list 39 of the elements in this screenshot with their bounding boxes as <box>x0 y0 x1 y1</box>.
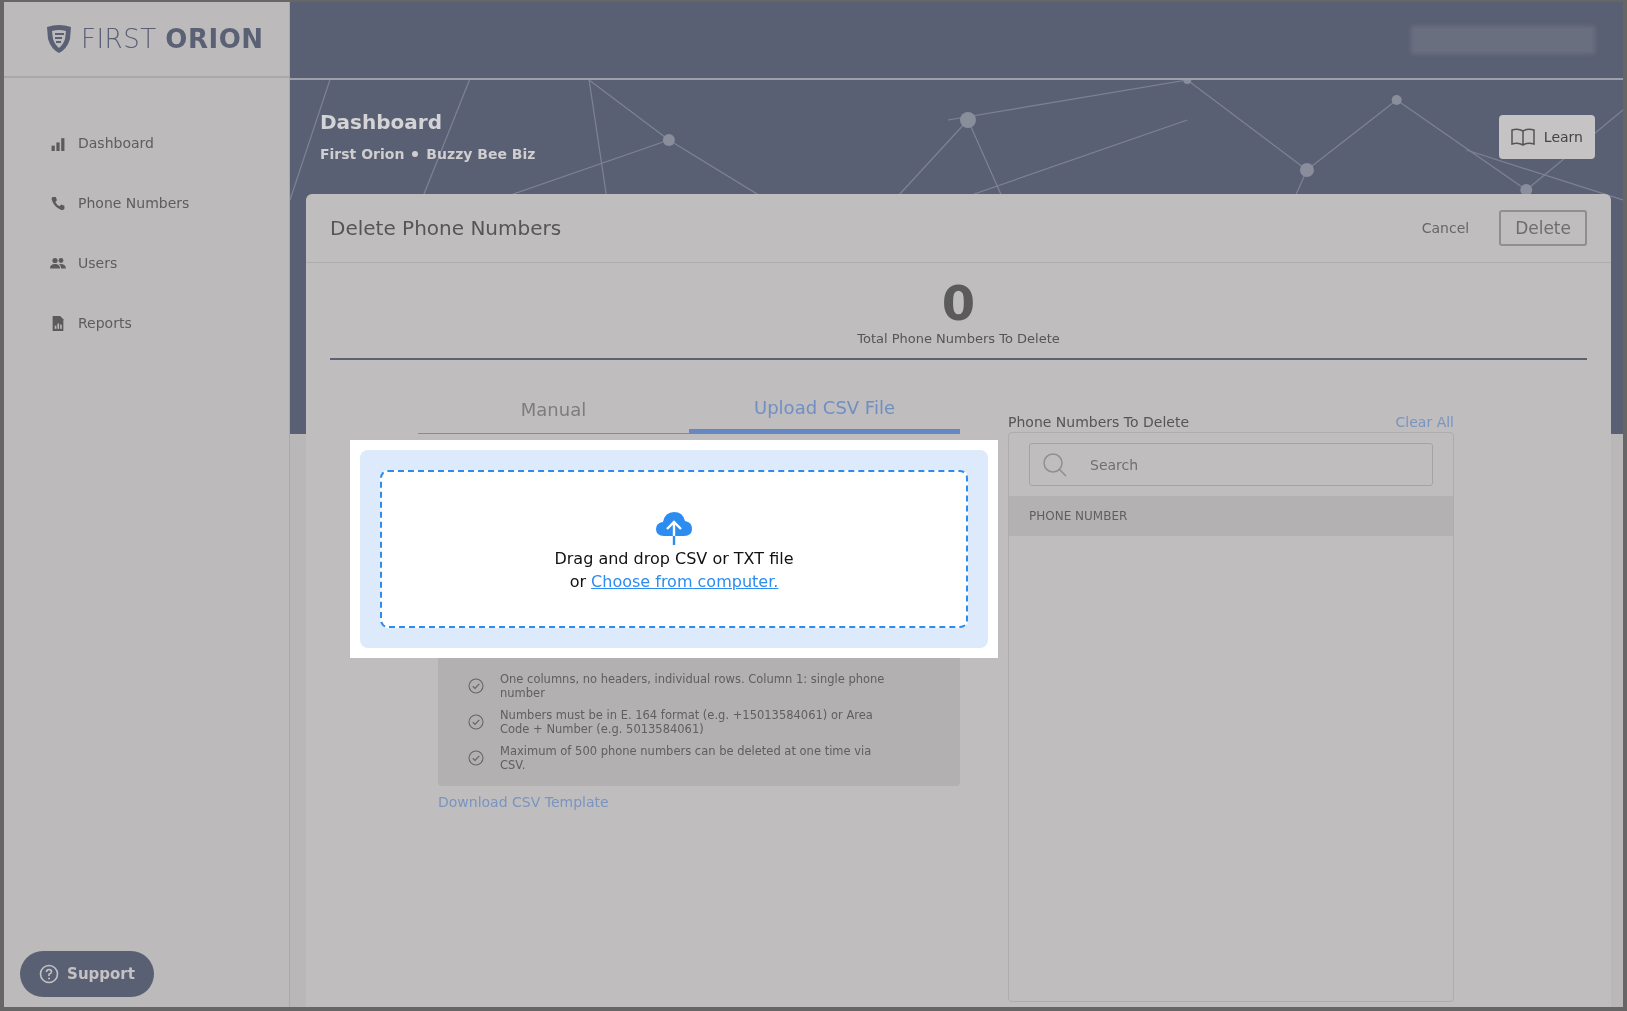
shield-logo-icon <box>45 24 73 54</box>
check-circle-icon <box>468 750 484 766</box>
total-count: 0 <box>940 277 977 329</box>
modal-title: Delete Phone Numbers <box>330 216 562 240</box>
phone-icon <box>50 195 66 211</box>
column-header: PHONE NUMBER <box>1029 509 1128 523</box>
support-button[interactable]: Support <box>20 951 154 997</box>
search-field[interactable]: Search <box>1029 443 1433 486</box>
dropzone-or-text: or <box>569 572 586 591</box>
brand-logo: FIRST ORION <box>81 24 264 54</box>
search-input[interactable]: Search <box>1088 455 1432 474</box>
list-title: Phone Numbers To Delete <box>1008 414 1189 430</box>
cancel-button[interactable]: Cancel <box>1415 219 1476 237</box>
rule-text: Numbers must be in E. 164 format (e.g. +15013584061) or Area Code + Number (e.g. 5013584061) <box>500 708 874 736</box>
breadcrumb-item: First Orion <box>320 146 405 162</box>
page-title: Dashboard <box>320 110 443 134</box>
breadcrumb-separator-icon <box>412 151 419 157</box>
choose-file-link[interactable]: Choose from computer. <box>591 572 779 591</box>
sidebar-item[interactable]: Users <box>50 250 289 276</box>
breadcrumb-item: Buzzy Bee Biz <box>426 146 536 162</box>
check-circle-icon <box>468 714 484 730</box>
search-icon <box>1042 451 1068 478</box>
report-icon <box>50 315 66 331</box>
dropzone[interactable]: Drag and drop CSV or TXT file or Choose from computer. <box>380 470 968 628</box>
bar-chart-icon <box>50 135 66 151</box>
tab[interactable]: Manual <box>418 388 689 434</box>
help-icon <box>39 964 60 984</box>
tab[interactable]: Upload CSV File <box>689 388 960 434</box>
learn-button[interactable]: Learn <box>1498 115 1595 159</box>
users-icon <box>50 255 66 271</box>
book-icon <box>1510 128 1535 146</box>
sidebar-item[interactable]: Phone Numbers <box>50 190 289 216</box>
sidebar-item[interactable]: Dashboard <box>50 130 289 156</box>
total-label: Total Phone Numbers To Delete <box>856 331 1061 346</box>
rule-text: One columns, no headers, individual rows. Column 1: single phone number <box>500 672 886 700</box>
dropzone-text: Drag and drop CSV or TXT file <box>554 549 794 568</box>
rule-text: Maximum of 500 phone numbers can be deleted at one time via CSV. <box>500 744 873 772</box>
check-circle-icon <box>468 678 484 694</box>
sidebar-item[interactable]: Reports <box>50 310 289 336</box>
